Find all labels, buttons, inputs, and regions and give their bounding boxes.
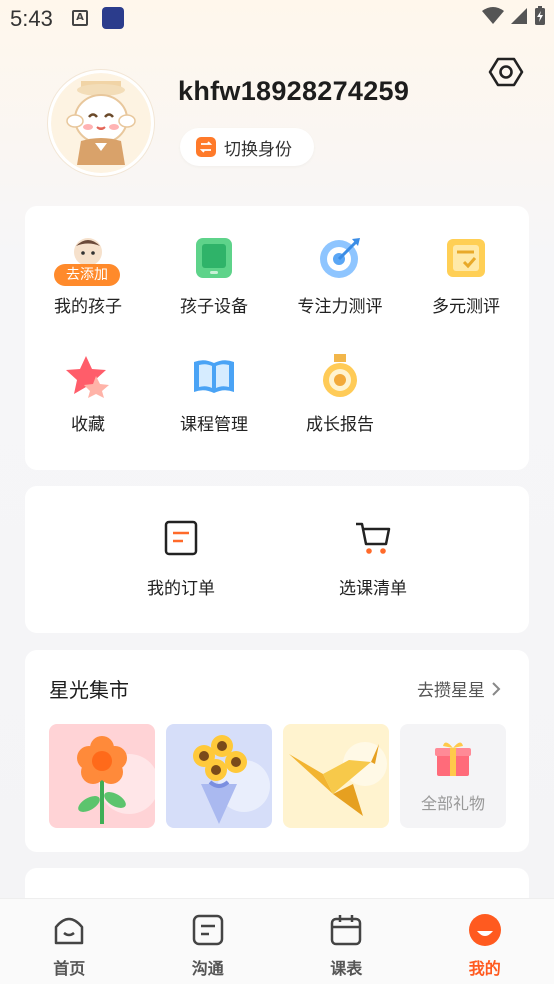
my-orders-label: 我的订单 — [147, 579, 215, 599]
grid-item-child-device[interactable]: 孩子设备 — [151, 236, 277, 317]
profile-icon — [468, 914, 501, 946]
gift-sunflower-bouquet[interactable] — [166, 724, 272, 828]
grid-item-growth-report[interactable]: 成长报告 — [277, 354, 403, 435]
grid-label: 我的孩子 — [54, 297, 122, 317]
collect-stars-label: 去攒星星 — [417, 681, 485, 701]
grid-item-favorites[interactable]: 收藏 — [25, 354, 151, 435]
home-icon — [55, 917, 84, 945]
tab-schedule-label: 课表 — [330, 959, 363, 978]
calendar-icon — [331, 915, 362, 946]
settings-button[interactable] — [488, 54, 524, 90]
grid-label: 成长报告 — [306, 415, 374, 435]
grid-item-focus-assessment[interactable]: 专注力测评 — [277, 236, 403, 317]
tab-home-label: 首页 — [53, 959, 86, 978]
grid-item-course-management[interactable]: 课程管理 — [151, 354, 277, 435]
battery-icon — [535, 6, 545, 25]
orders-card: 我的订单 选课清单 — [25, 486, 529, 633]
username: khfw18928274259 — [178, 76, 410, 106]
tab-chat[interactable]: 沟通 — [139, 899, 278, 984]
feature-grid-card: 去添加 我的孩子 孩子设备 专注力测评 多元测评 收藏 课程管理 成长报告 — [25, 206, 529, 470]
avatar[interactable] — [48, 70, 154, 176]
tab-schedule[interactable]: 课表 — [277, 899, 416, 984]
switch-identity-button[interactable]: 切换身份 — [180, 128, 314, 166]
course-cart-label: 选课清单 — [339, 579, 407, 599]
sunflower-bouquet-icon — [193, 735, 270, 824]
paper-crane-icon — [289, 742, 387, 816]
book-icon — [192, 354, 236, 398]
signal-icon — [511, 8, 527, 24]
collect-stars-link[interactable]: 去攒星星 — [417, 676, 501, 701]
tablet-icon — [192, 236, 236, 280]
grid-label: 课程管理 — [180, 415, 248, 435]
tab-mine-label: 我的 — [468, 959, 501, 978]
grid-item-my-child[interactable]: 去添加 我的孩子 — [25, 236, 151, 317]
switch-icon — [196, 137, 216, 157]
flower-gift-icon — [77, 736, 155, 824]
tab-home[interactable]: 首页 — [0, 899, 139, 984]
wifi-icon — [482, 7, 504, 24]
all-gifts-button[interactable]: 全部礼物 — [400, 724, 506, 828]
bottom-nav: 首页 沟通 课表 我的 — [0, 898, 554, 984]
tab-chat-label: 沟通 — [191, 959, 224, 978]
grid-item-multi-assessment[interactable]: 多元测评 — [403, 236, 529, 317]
status-indicators — [482, 6, 546, 26]
star-market-card: 星光集市 去攒星星 全部礼物 — [25, 650, 529, 852]
grid-label: 多元测评 — [432, 297, 500, 317]
status-bar: 5:43 A — [0, 0, 554, 38]
gift-paper-crane[interactable] — [283, 724, 389, 828]
medal-icon — [318, 354, 362, 398]
mascot-avatar-icon — [51, 73, 151, 173]
cart-icon — [356, 522, 391, 554]
course-cart-button[interactable]: 选课清单 — [293, 520, 453, 599]
my-orders-button[interactable]: 我的订单 — [101, 520, 261, 599]
grid-label: 专注力测评 — [297, 297, 383, 317]
assessment-icon — [444, 236, 488, 280]
all-gifts-label: 全部礼物 — [420, 794, 485, 813]
settings-icon — [488, 57, 524, 87]
gift-flower[interactable] — [49, 724, 155, 828]
order-icon — [164, 520, 198, 556]
status-time: 5:43 — [10, 6, 53, 31]
target-icon — [318, 236, 362, 280]
gift-box-icon — [435, 742, 471, 776]
grid-label: 收藏 — [71, 415, 105, 435]
tab-mine[interactable]: 我的 — [416, 899, 554, 984]
app-notification-icon — [102, 7, 124, 29]
switch-identity-label: 切换身份 — [224, 139, 292, 160]
chevron-right-icon — [492, 681, 501, 696]
chat-icon — [192, 914, 223, 946]
star-icon — [66, 354, 110, 398]
child-icon: 去添加 — [54, 236, 120, 286]
grid-label: 孩子设备 — [180, 297, 248, 317]
add-child-badge[interactable]: 去添加 — [54, 264, 120, 286]
market-title: 星光集市 — [49, 678, 129, 702]
notification-a-icon: A — [72, 10, 88, 26]
